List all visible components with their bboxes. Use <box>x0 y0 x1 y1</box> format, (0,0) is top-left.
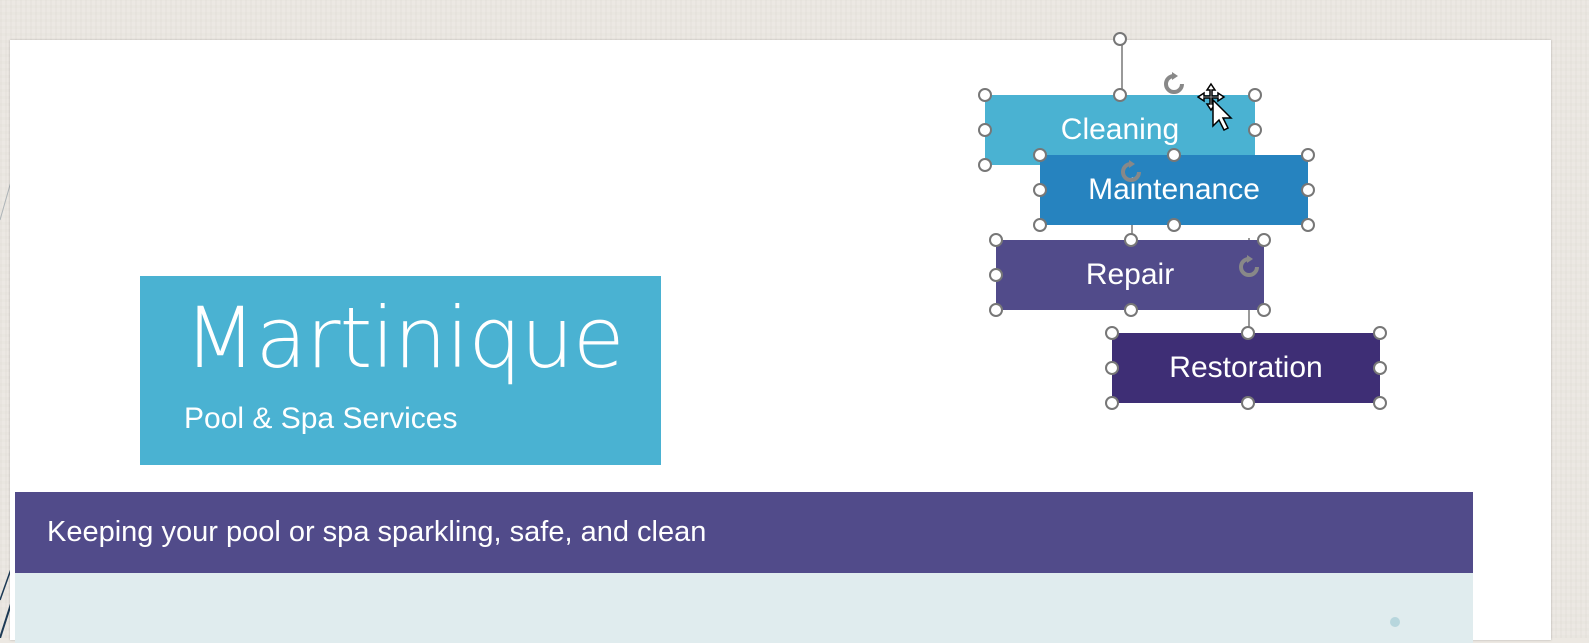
title-subtitle: Pool & Spa Services <box>184 402 458 435</box>
shape-restoration[interactable]: Restoration <box>1112 333 1380 403</box>
resize-handle[interactable] <box>1167 148 1181 162</box>
resize-handle[interactable] <box>1301 183 1315 197</box>
content-area[interactable] <box>15 573 1473 643</box>
tagline-band[interactable]: Keeping your pool or spa sparkling, safe… <box>15 492 1473 573</box>
resize-handle[interactable] <box>1124 303 1138 317</box>
rotate-handle-icon[interactable] <box>1117 158 1145 186</box>
move-cursor-icon <box>1197 82 1233 132</box>
shape-label: Cleaning <box>1060 113 1180 146</box>
decorative-dot <box>1390 617 1400 627</box>
resize-handle[interactable] <box>989 233 1003 247</box>
resize-handle[interactable] <box>1113 32 1127 46</box>
shape-maintenance[interactable]: Maintenance <box>1040 155 1308 225</box>
shape-label: Repair <box>1085 258 1175 291</box>
resize-handle[interactable] <box>1241 326 1255 340</box>
shape-label: Maintenance <box>1088 173 1260 206</box>
resize-handle[interactable] <box>1373 361 1387 375</box>
resize-handle[interactable] <box>989 303 1003 317</box>
resize-handle[interactable] <box>1248 123 1262 137</box>
resize-handle[interactable] <box>1257 303 1271 317</box>
resize-handle[interactable] <box>989 268 1003 282</box>
resize-handle[interactable] <box>1113 88 1127 102</box>
resize-handle[interactable] <box>1167 218 1181 232</box>
title-main: Martinique <box>184 289 625 387</box>
resize-handle[interactable] <box>1301 148 1315 162</box>
resize-handle[interactable] <box>1105 326 1119 340</box>
resize-handle[interactable] <box>1105 396 1119 410</box>
document-page[interactable]: Martinique Pool & Spa Services Keeping y… <box>10 32 1551 643</box>
shape-label: Restoration <box>1169 351 1323 384</box>
resize-handle[interactable] <box>1105 361 1119 375</box>
resize-handle[interactable] <box>978 123 992 137</box>
rotate-handle-icon[interactable] <box>1235 253 1263 281</box>
resize-handle[interactable] <box>1241 396 1255 410</box>
resize-handle[interactable] <box>978 88 992 102</box>
shape-repair[interactable]: Repair <box>996 240 1264 310</box>
resize-handle[interactable] <box>1257 233 1271 247</box>
connector-line <box>1121 40 1123 95</box>
resize-handle[interactable] <box>1373 326 1387 340</box>
resize-handle[interactable] <box>1033 183 1047 197</box>
title-box[interactable]: Martinique Pool & Spa Services <box>140 276 661 465</box>
resize-handle[interactable] <box>1124 233 1138 247</box>
resize-handle[interactable] <box>1248 88 1262 102</box>
resize-handle[interactable] <box>1033 218 1047 232</box>
rotate-handle-icon[interactable] <box>1160 70 1188 98</box>
tagline-text: Keeping your pool or spa sparkling, safe… <box>47 516 707 548</box>
resize-handle[interactable] <box>1373 396 1387 410</box>
resize-handle[interactable] <box>1301 218 1315 232</box>
resize-handle[interactable] <box>1033 148 1047 162</box>
resize-handle[interactable] <box>978 158 992 172</box>
